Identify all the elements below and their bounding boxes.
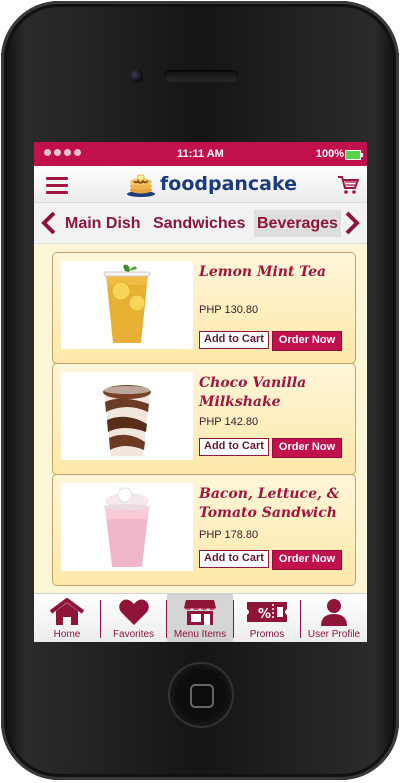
product-image-choco-vanilla-milkshake — [61, 372, 193, 460]
nav-item-menu-items[interactable]: Menu Items — [167, 594, 233, 642]
app-header: foodpancake — [34, 166, 367, 203]
nav-label: Home — [53, 629, 81, 640]
tabs-prev-icon[interactable] — [40, 211, 58, 235]
order-now-button[interactable]: Order Now — [271, 438, 343, 458]
user-icon — [321, 599, 347, 626]
nav-item-user-profile[interactable]: User Profile — [301, 594, 367, 642]
order-now-button[interactable]: Order Now — [271, 331, 343, 351]
tab-main-dish[interactable]: Main Dish — [65, 210, 141, 237]
earpiece-speaker — [164, 70, 238, 82]
bottom-navigation: Home Favorites Menu Items % Promos User … — [34, 593, 367, 642]
store-icon — [184, 600, 216, 625]
heart-icon — [118, 599, 149, 625]
nav-item-home[interactable]: Home — [34, 594, 100, 642]
tab-sandwiches[interactable]: Sandwiches — [153, 210, 245, 237]
nav-label: Menu Items — [173, 629, 227, 640]
front-camera — [129, 69, 143, 83]
tab-beverages[interactable]: Beverages — [254, 210, 341, 237]
product-actions: Add to Cart Order Now — [199, 438, 343, 458]
nav-label: Favorites — [112, 629, 155, 640]
brand-logo: foodpancake — [126, 171, 297, 197]
product-price: PHP 142.80 — [199, 416, 259, 428]
nav-label: User Profile — [307, 629, 361, 640]
product-card: Bacon, Lettuce, & Tomato Sandwich PHP 17… — [52, 474, 356, 586]
home-button[interactable] — [170, 664, 232, 726]
home-icon — [49, 598, 85, 625]
add-to-cart-button[interactable]: Add to Cart — [199, 331, 269, 349]
battery-icon — [345, 150, 363, 160]
nav-item-promos[interactable]: % Promos — [234, 594, 300, 642]
app-screen: 11:11 AM 100% foodpancake Main Dish Sand… — [34, 142, 367, 642]
product-image-lemon-mint-tea — [61, 261, 193, 349]
pancake-icon — [126, 171, 156, 197]
svg-text:%: % — [258, 607, 271, 622]
hamburger-icon[interactable] — [46, 177, 68, 194]
nav-item-favorites[interactable]: Favorites — [101, 594, 166, 642]
add-to-cart-button[interactable]: Add to Cart — [199, 438, 269, 456]
product-price: PHP 130.80 — [199, 304, 259, 316]
nav-label: Promos — [249, 629, 285, 640]
category-tabs: Main Dish Sandwiches Beverages — [34, 203, 367, 244]
brand-name: foodpancake — [160, 173, 298, 195]
status-bar: 11:11 AM 100% — [34, 142, 367, 166]
product-price: PHP 178.80 — [199, 529, 259, 541]
tabs-next-icon[interactable] — [343, 211, 361, 235]
product-name: Lemon Mint Tea — [199, 264, 327, 280]
add-to-cart-button[interactable]: Add to Cart — [199, 550, 269, 568]
product-card: Choco Vanilla Milkshake PHP 142.80 Add t… — [52, 363, 356, 475]
product-name: Bacon, Lettuce, & Tomato Sandwich — [199, 486, 340, 521]
battery-percent: 100% — [315, 148, 344, 160]
coupon-icon: % — [247, 602, 287, 622]
product-image-blt-sandwich — [61, 483, 193, 571]
order-now-button[interactable]: Order Now — [271, 550, 343, 570]
product-actions: Add to Cart Order Now — [199, 550, 343, 570]
cart-icon[interactable] — [337, 175, 360, 195]
product-actions: Add to Cart Order Now — [199, 331, 343, 351]
product-name: Choco Vanilla Milkshake — [199, 375, 307, 410]
product-card: Lemon Mint Tea PHP 130.80 Add to Cart Or… — [52, 252, 356, 364]
